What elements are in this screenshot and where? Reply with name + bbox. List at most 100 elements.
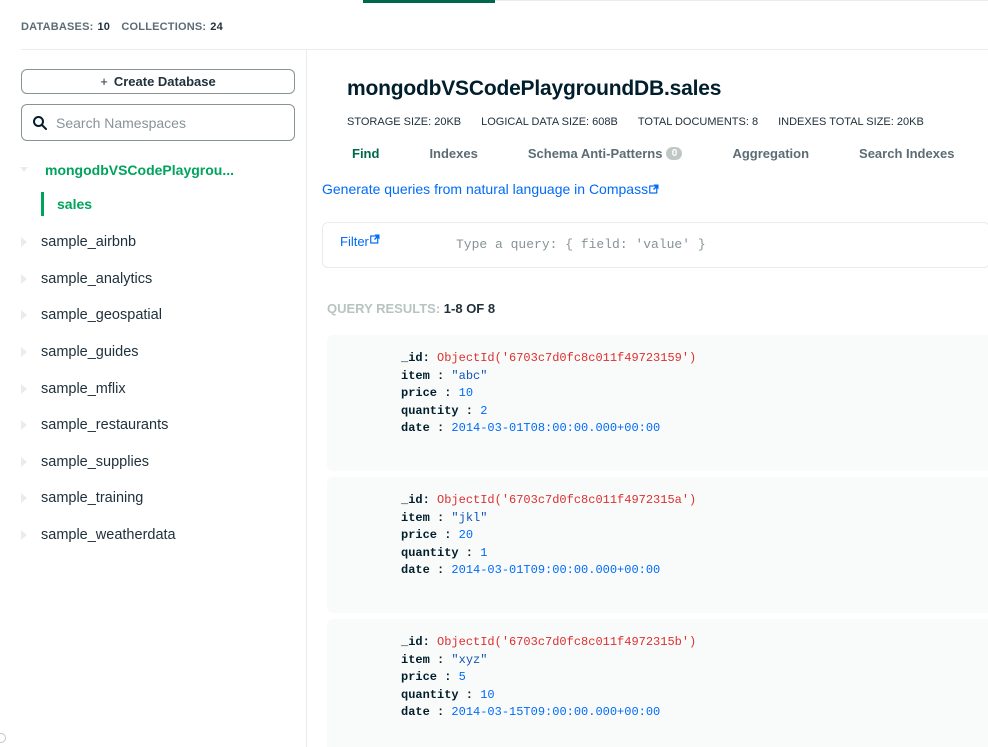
db-item-label: sample_guides [41,344,139,361]
databases-count: 10 [97,21,111,33]
external-link-icon [370,234,380,244]
filter-query-input[interactable] [456,237,956,252]
document-fields: _id: ObjectId('6703c7d0fc8c011f4972315a'… [401,493,697,577]
db-item[interactable]: sample_airbnb [0,224,306,261]
db-item[interactable]: sample_weatherdata [0,517,306,554]
tab-label: Search Indexes [859,146,955,161]
caret-right-icon [21,456,27,467]
field-key: item [401,652,430,667]
document-fields: _id: ObjectId('6703c7d0fc8c011f4972315b'… [401,635,697,719]
query-results-count: 1-8 OF 8 [443,301,496,316]
db-item[interactable]: sample_mflix [0,370,306,407]
page-title: mongodbVSCodePlaygroundDB.sales [347,77,722,100]
collections-label: COLLECTIONS: [121,21,207,33]
field-value: 2014-03-01T09:00:00.000+00:00 [451,563,661,577]
caret-right-icon [21,310,27,321]
db-item-active[interactable]: mongodbVSCodePlaygrou... [0,154,306,186]
caret-right-icon [21,420,27,431]
storage-size: STORAGE SIZE: 20KB [347,116,462,128]
db-item-label: sample_analytics [41,270,153,287]
field-key: price [401,528,438,542]
db-item-label: sample_restaurants [41,417,169,434]
search-namespaces-box[interactable] [21,104,295,141]
field-key: quantity [401,687,459,702]
document-card[interactable]: _id: ObjectId('6703c7d0fc8c011f4972315b'… [327,619,988,747]
field-value: 2014-03-15T09:00:00.000+00:00 [451,705,661,719]
active-collection-bar [41,192,44,216]
tab-label: Indexes [429,146,478,161]
sidebar: + Create Database mongodbVSCodePlaygrou.… [0,50,307,747]
db-item[interactable]: sample_restaurants [0,407,306,444]
field-value: ObjectId('6703c7d0fc8c011f49723159') [437,351,697,365]
query-results-summary: QUERY RESULTS: 1-8 OF 8 [327,301,495,316]
databases-label: DATABASES: [21,21,94,33]
field-key: date [401,705,430,719]
collections-count: 24 [210,21,223,33]
collection-label: sales [57,196,93,212]
tab-find[interactable]: Find [352,146,379,161]
db-item-label: sample_weatherdata [41,527,176,544]
db-item-label: sample_airbnb [41,234,137,251]
field-value: 5 [458,670,466,684]
create-database-label: Create Database [113,74,216,89]
count-badge: 0 [666,147,683,160]
field-key: quantity [401,545,459,560]
field-key: price [401,386,438,400]
compass-nl-link-label: Generate queries from natural language i… [322,181,649,197]
main-panel: mongodbVSCodePlaygroundDB.sales STORAGE … [308,50,988,747]
field-key: item [401,510,430,525]
field-key: item [401,368,430,383]
caret-right-icon [21,493,27,504]
search-namespaces-input[interactable] [56,114,276,131]
tab-label: Find [352,146,380,161]
tab-search-indexes[interactable]: Search Indexes [859,146,954,161]
caret-right-icon [21,347,27,358]
db-item[interactable]: sample_analytics [0,261,306,298]
db-item-label: sample_geospatial [41,307,162,324]
field-key: _id [401,493,423,507]
active-top-tab-indicator [363,0,495,3]
tab-aggregation[interactable]: Aggregation [732,146,809,161]
field-value: ObjectId('6703c7d0fc8c011f4972315b') [437,635,697,649]
indexes-total-size: INDEXES TOTAL SIZE: 20KB [778,116,924,128]
top-divider [495,0,988,1]
db-item[interactable]: sample_geospatial [0,297,306,334]
compass-nl-link[interactable]: Generate queries from natural language i… [322,181,659,197]
field-value: "jkl" [451,510,488,525]
field-key: _id [401,635,423,649]
external-link-icon [649,184,659,194]
plus-icon: + [100,74,108,89]
field-key: date [401,421,430,435]
filter-bar: Filter [322,222,988,268]
document-card[interactable]: _id: ObjectId('6703c7d0fc8c011f4972315a'… [327,477,988,613]
field-value: "abc" [451,368,488,383]
caret-right-icon [21,237,27,248]
db-item-label: sample_mflix [41,380,126,397]
field-value: ObjectId('6703c7d0fc8c011f4972315a') [437,493,697,507]
caret-down-icon [20,167,28,172]
tab-indexes[interactable]: Indexes [429,146,477,161]
field-value: 2014-03-01T08:00:00.000+00:00 [451,421,661,435]
db-item[interactable]: sample_training [0,480,306,517]
field-key: date [401,563,430,577]
logical-data-size: LOGICAL DATA SIZE: 608B [481,116,618,128]
field-value: 2 [480,403,488,418]
db-item[interactable]: sample_supplies [0,444,306,481]
document-card[interactable]: _id: ObjectId('6703c7d0fc8c011f49723159'… [327,335,988,471]
collection-item-sales[interactable]: sales [0,186,306,224]
caret-right-icon [21,530,27,541]
field-value: 20 [458,528,474,542]
total-documents: TOTAL DOCUMENTS: 8 [637,116,759,128]
collection-stats: STORAGE SIZE: 20KB LOGICAL DATA SIZE: 60… [347,116,924,128]
document-fields: _id: ObjectId('6703c7d0fc8c011f49723159'… [401,351,697,435]
field-key: quantity [401,403,459,418]
tab-schema-anti-patterns[interactable]: Schema Anti-Patterns 0 [528,146,683,161]
field-value: 10 [458,386,474,400]
collection-tabs: Find Indexes Schema Anti-Patterns 0 Aggre… [352,146,988,161]
db-item[interactable]: sample_guides [0,334,306,371]
filter-link[interactable]: Filter [340,234,380,249]
field-value: 1 [480,545,488,560]
tab-label: Aggregation [732,146,810,161]
create-database-button[interactable]: + Create Database [21,69,295,94]
query-results-label: QUERY RESULTS: [327,301,441,316]
